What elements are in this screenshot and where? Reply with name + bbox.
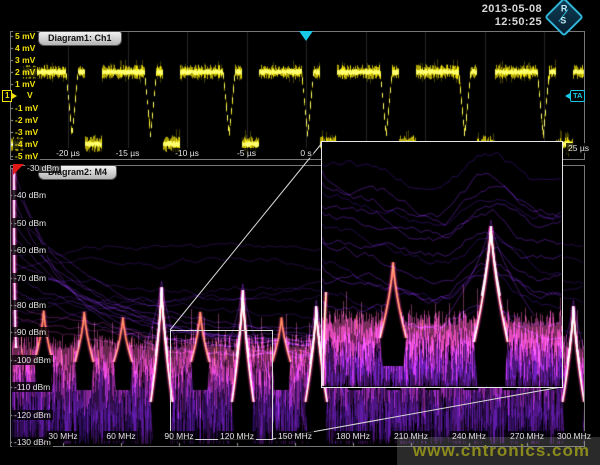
axis-tick-label: -4 mV (13, 139, 40, 149)
axis-tick-label: -40 dBm (12, 190, 48, 200)
date-label: 2013-05-08 (482, 3, 542, 16)
trigger-position-marker[interactable] (299, 31, 313, 41)
reference-level-marker[interactable] (13, 164, 24, 175)
channel1-offset-marker[interactable]: 1 (2, 90, 12, 102)
axis-tick-label: 2 mV (13, 67, 37, 77)
axis-tick-label: -100 dBm (12, 355, 53, 365)
axis-tick-label: 120 MHz (218, 431, 256, 441)
axis-tick-label: 4 mV (13, 43, 37, 53)
time-label: 12:50:25 (482, 16, 542, 29)
axis-tick-label: 5 mV (13, 31, 37, 41)
axis-tick-label: 180 MHz (334, 431, 372, 441)
trigger-level-marker[interactable]: TA (570, 90, 585, 102)
axis-tick-label: -20 µs (54, 148, 82, 158)
axis-tick-label: -90 dBm (12, 327, 48, 337)
axis-tick-label: -15 µs (114, 148, 142, 158)
axis-tick-label: -60 dBm (12, 245, 48, 255)
axis-tick-label: -30 dBm (25, 163, 61, 173)
axis-tick-label: 1 mV (13, 79, 37, 89)
channel1-unit-label: V (27, 90, 33, 100)
axis-tick-label: 60 MHz (104, 431, 137, 441)
axis-tick-label: 0 s (298, 148, 313, 158)
axis-tick-label: -3 mV (13, 127, 40, 137)
zoom-inset-canvas (322, 142, 562, 387)
axis-tick-label: -10 µs (173, 148, 201, 158)
zoom-inset-window[interactable] (321, 141, 563, 388)
axis-tick-label: -70 dBm (12, 273, 48, 283)
axis-tick-label: -5 mV (13, 151, 40, 161)
zoom-source-region[interactable] (170, 330, 273, 440)
axis-tick-label: -2 mV (13, 115, 40, 125)
axis-tick-label: 150 MHz (276, 431, 314, 441)
axis-tick-label: -80 dBm (12, 300, 48, 310)
oscilloscope-screen: 2013-05-08 12:50:25 RS Diagram1: Ch1 Dia… (0, 0, 600, 465)
axis-tick-label: -110 dBm (12, 382, 52, 392)
tab-diagram1[interactable]: Diagram1: Ch1 (38, 31, 122, 46)
watermark-text: www.cntronics.com (413, 441, 590, 461)
axis-tick-label: -50 dBm (12, 218, 48, 228)
datetime-display: 2013-05-08 12:50:25 (482, 3, 542, 29)
axis-tick-label: -5 µs (235, 148, 258, 158)
axis-tick-label: -120 dBm (12, 410, 53, 420)
axis-tick-label: -1 mV (13, 103, 40, 113)
axis-tick-label: 30 MHz (46, 431, 79, 441)
axis-tick-label: 90 MHz (162, 431, 195, 441)
axis-tick-label: 3 mV (13, 55, 37, 65)
axis-tick-label: 25 µs (566, 143, 591, 153)
